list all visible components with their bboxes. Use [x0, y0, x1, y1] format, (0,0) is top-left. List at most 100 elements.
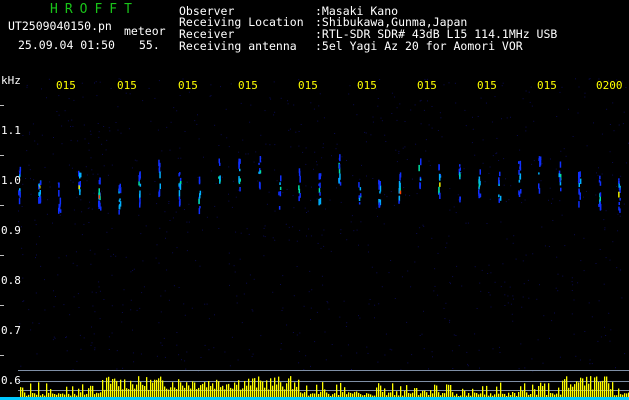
noise-pixel	[158, 262, 160, 264]
noise-pixel	[101, 143, 103, 145]
level-bar	[190, 388, 192, 398]
noise-pixel	[55, 296, 56, 297]
noise-pixel	[543, 315, 545, 317]
noise-pixel	[96, 95, 98, 97]
noise-pixel	[431, 237, 433, 239]
noise-pixel	[458, 199, 460, 201]
noise-pixel	[374, 317, 375, 319]
noise-pixel	[431, 351, 433, 353]
y-tick-1.1: 1.1	[1, 124, 21, 137]
noise-pixel	[184, 209, 185, 210]
noise-pixel	[521, 306, 523, 308]
signal-pixel	[338, 157, 341, 161]
level-bar	[130, 380, 132, 398]
noise-pixel	[41, 88, 42, 90]
noise-pixel	[35, 257, 36, 259]
noise-pixel	[130, 309, 132, 311]
noise-pixel	[81, 234, 83, 236]
noise-pixel	[176, 110, 178, 112]
noise-pixel	[274, 239, 276, 241]
level-bar	[22, 387, 24, 398]
noise-pixel	[308, 291, 310, 293]
noise-pixel	[133, 268, 135, 270]
noise-pixel	[251, 356, 253, 358]
noise-pixel	[98, 281, 100, 283]
noise-pixel	[282, 192, 284, 194]
noise-pixel	[88, 142, 90, 144]
level-bar	[170, 387, 172, 398]
noise-pixel	[117, 129, 119, 131]
noise-pixel	[220, 86, 221, 88]
noise-pixel	[99, 81, 101, 83]
level-gridline	[18, 381, 629, 382]
level-bar	[166, 388, 168, 398]
noise-pixel	[142, 260, 144, 262]
noise-pixel	[437, 294, 439, 296]
noise-pixel	[449, 188, 451, 190]
signal-pixel	[459, 164, 461, 167]
level-bar	[538, 386, 540, 398]
noise-pixel	[58, 95, 60, 97]
noise-pixel	[176, 344, 178, 346]
y-tickmark	[0, 355, 4, 356]
noise-pixel	[609, 151, 611, 153]
noise-pixel	[121, 321, 123, 323]
noise-pixel	[76, 171, 78, 173]
noise-pixel	[83, 337, 85, 339]
noise-pixel	[233, 265, 235, 267]
signal-pixel	[218, 158, 220, 164]
noise-pixel	[316, 198, 318, 200]
level-bar	[238, 380, 240, 398]
level-bar	[250, 385, 252, 398]
noise-pixel	[26, 150, 28, 152]
noise-pixel	[542, 362, 544, 364]
noise-pixel	[172, 217, 174, 219]
level-bar	[192, 381, 194, 398]
signal-pixel	[139, 183, 142, 187]
signal-pixel	[259, 156, 262, 163]
level-bar	[582, 378, 584, 398]
noise-pixel	[571, 281, 573, 283]
signal-pixel	[238, 176, 240, 183]
level-bar	[260, 380, 262, 398]
noise-pixel	[554, 312, 555, 314]
filename-label: UT2509040150.pn	[8, 19, 112, 33]
level-bar	[30, 383, 32, 398]
noise-pixel	[551, 320, 553, 322]
noise-pixel	[455, 102, 457, 104]
noise-pixel	[44, 279, 45, 281]
signal-pixel	[318, 198, 320, 206]
noise-pixel	[500, 286, 502, 288]
noise-pixel	[76, 196, 78, 198]
noise-pixel	[564, 245, 566, 247]
noise-pixel	[109, 130, 111, 132]
noise-pixel	[111, 332, 113, 334]
level-bar	[270, 378, 272, 398]
noise-pixel	[596, 172, 597, 174]
noise-pixel	[59, 214, 61, 216]
noise-pixel	[409, 195, 411, 197]
signal-pixel	[578, 183, 580, 188]
noise-pixel	[99, 290, 101, 292]
noise-pixel	[537, 339, 539, 341]
level-bar	[242, 388, 244, 398]
noise-pixel	[599, 249, 601, 250]
level-bar	[202, 383, 204, 398]
noise-pixel	[466, 351, 468, 353]
noise-pixel	[500, 221, 502, 223]
noise-pixel	[249, 121, 251, 123]
level-bar	[264, 387, 266, 398]
noise-pixel	[229, 365, 231, 367]
level-bar	[184, 387, 186, 398]
noise-pixel	[108, 336, 110, 338]
noise-pixel	[472, 116, 473, 118]
noise-pixel	[503, 158, 505, 160]
noise-pixel	[160, 170, 162, 172]
noise-pixel	[249, 274, 251, 276]
noise-pixel	[441, 136, 443, 138]
noise-pixel	[280, 343, 282, 344]
noise-pixel	[406, 159, 408, 160]
noise-pixel	[410, 286, 412, 288]
noise-pixel	[356, 114, 358, 116]
noise-pixel	[316, 311, 318, 313]
